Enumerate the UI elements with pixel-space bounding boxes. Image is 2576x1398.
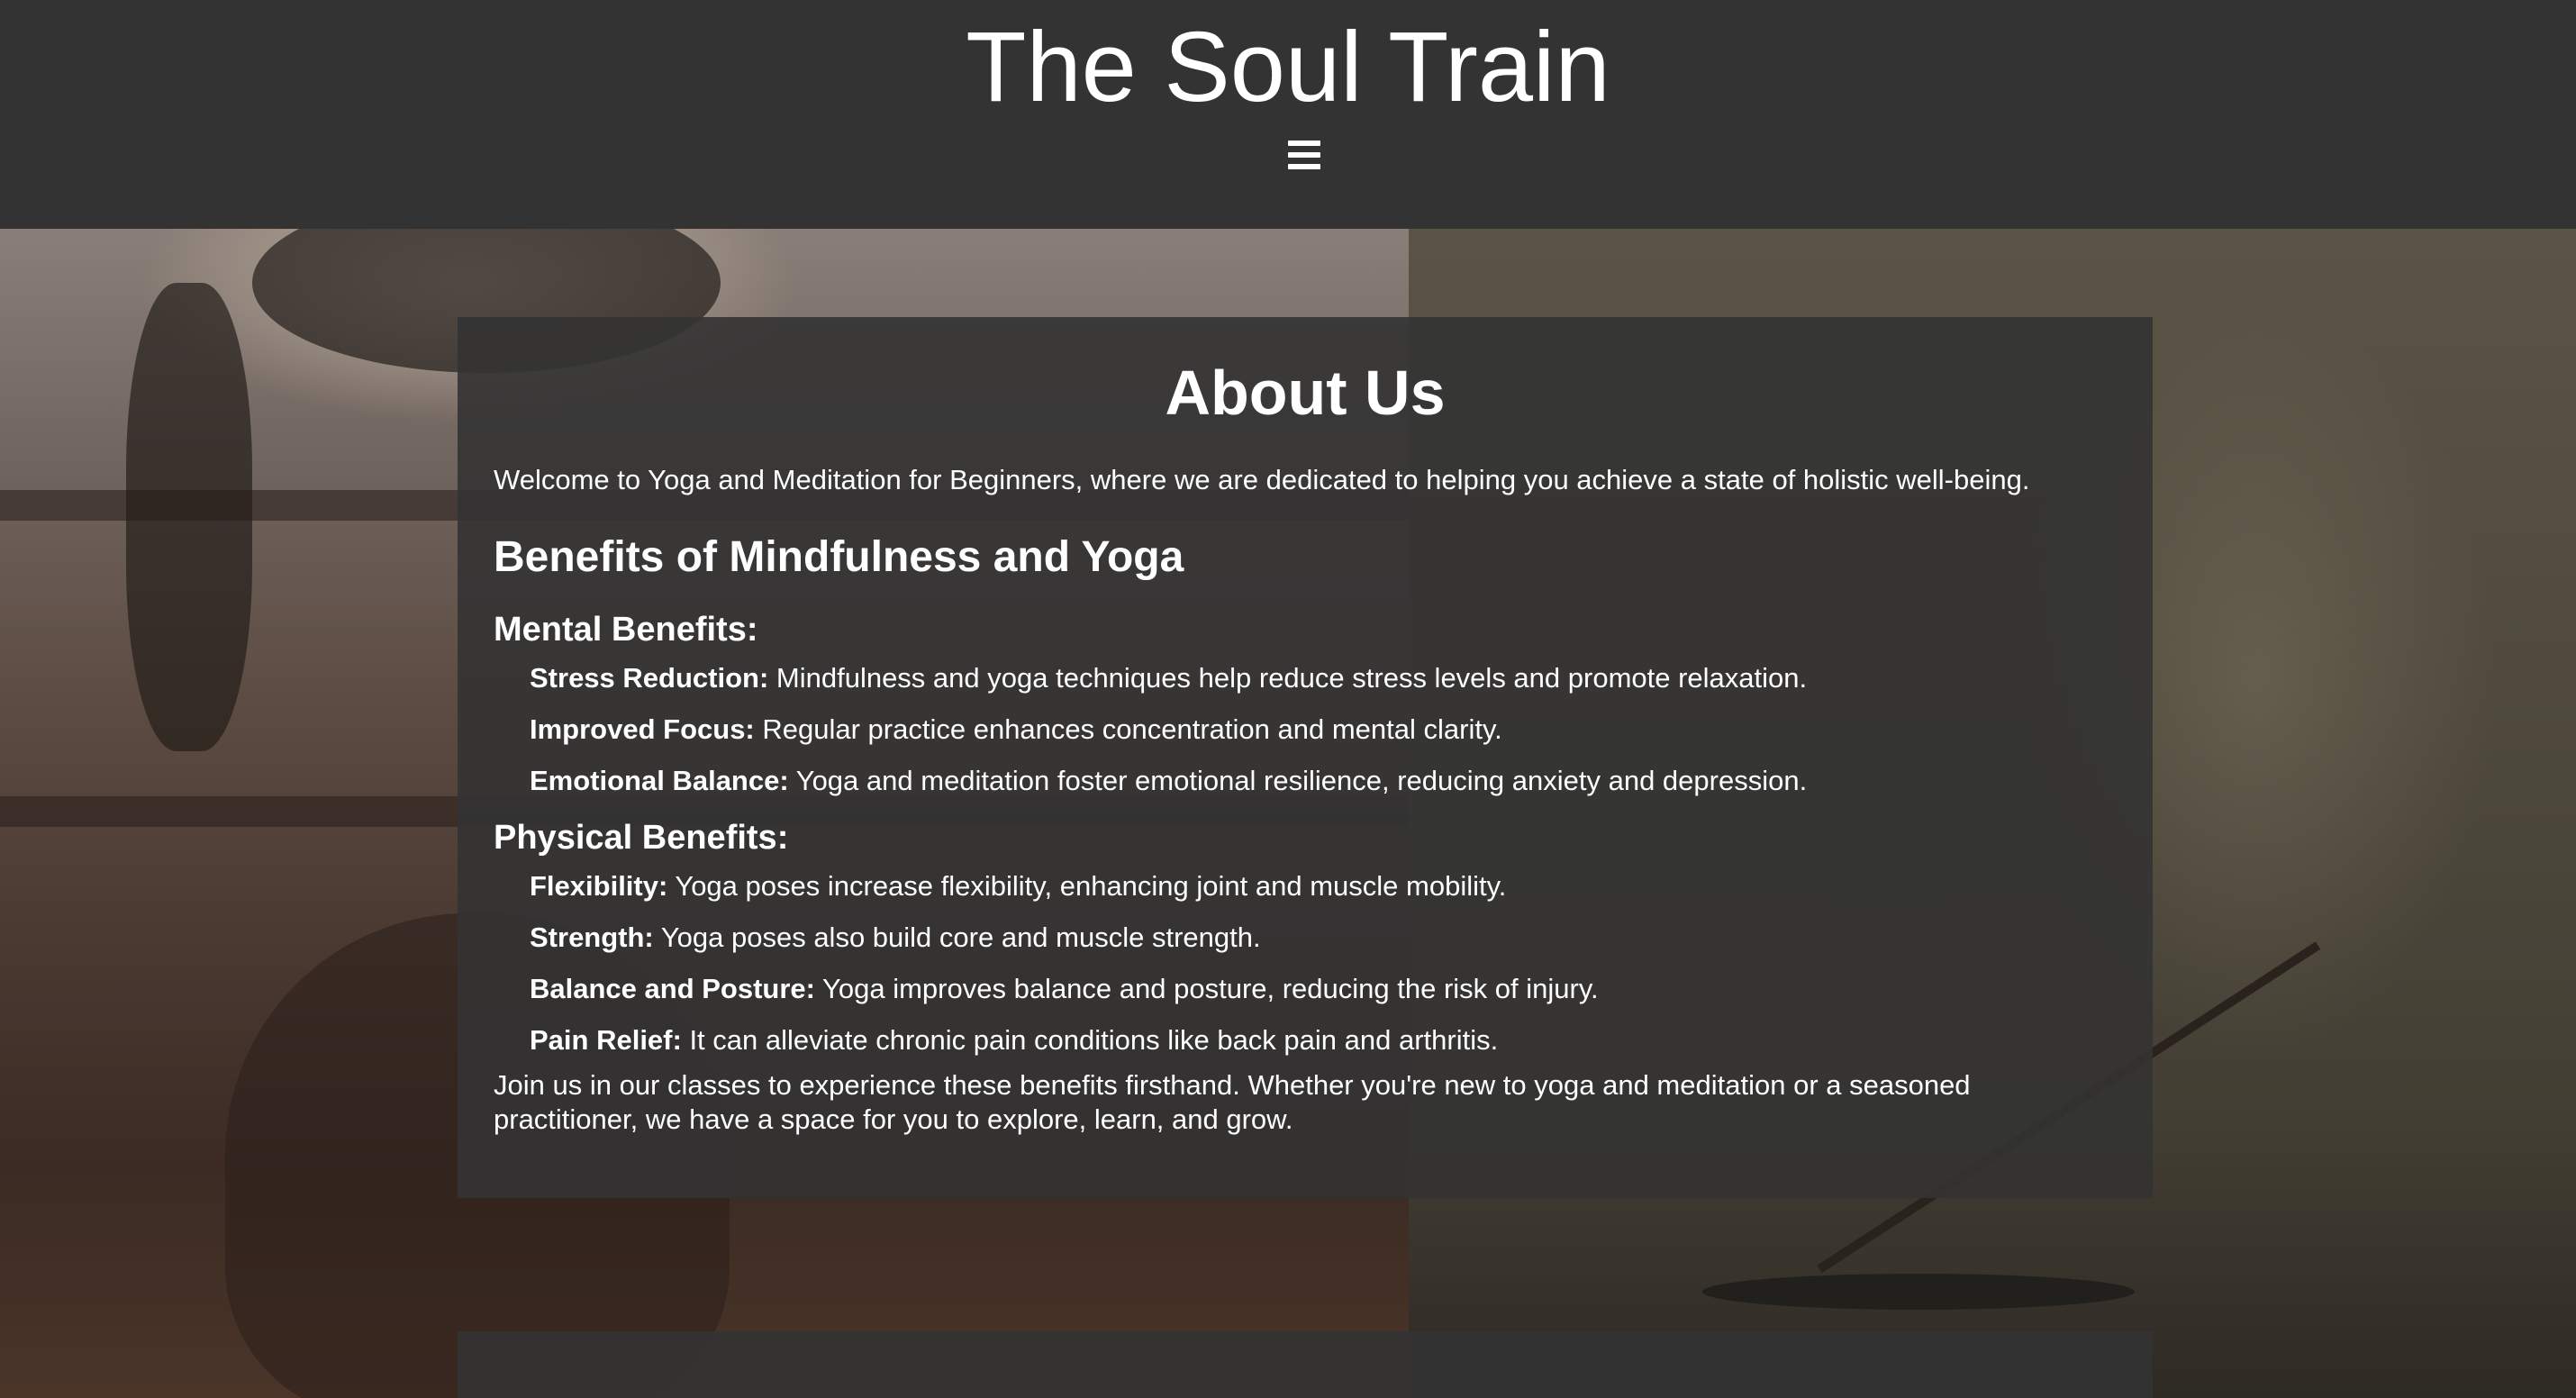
list-item: Pain Relief: It can alleviate chronic pa… xyxy=(530,1023,2117,1058)
hamburger-menu-icon[interactable] xyxy=(1288,141,1320,169)
benefit-text: Yoga improves balance and posture, reduc… xyxy=(814,973,1599,1004)
next-section-card xyxy=(458,1331,2153,1398)
benefit-text: Mindfulness and yoga techniques help red… xyxy=(768,662,1808,694)
menu-bar xyxy=(1288,141,1320,146)
benefit-text: Yoga poses increase flexibility, enhanci… xyxy=(667,870,1507,902)
about-card: About Us Welcome to Yoga and Meditation … xyxy=(458,317,2153,1198)
list-item: Flexibility: Yoga poses increase flexibi… xyxy=(530,869,2117,903)
benefit-text: Regular practice enhances concentration … xyxy=(754,713,1502,745)
menu-bar xyxy=(1288,164,1320,169)
mental-benefits-list: Stress Reduction: Mindfulness and yoga t… xyxy=(494,661,2117,798)
benefit-label: Emotional Balance: xyxy=(530,765,789,796)
site-header: The Soul Train xyxy=(0,0,2576,229)
physical-benefits-list: Flexibility: Yoga poses increase flexibi… xyxy=(494,869,2117,1058)
mental-benefits-section: Mental Benefits: Stress Reduction: Mindf… xyxy=(494,607,2117,798)
benefits-title: Benefits of Mindfulness and Yoga xyxy=(494,533,1184,581)
menu-bar xyxy=(1288,152,1320,158)
mental-benefits-title: Mental Benefits: xyxy=(494,611,758,649)
incense-holder xyxy=(1702,1274,2135,1310)
list-item: Balance and Posture: Yoga improves balan… xyxy=(530,972,2117,1006)
about-intro: Welcome to Yoga and Meditation for Begin… xyxy=(494,464,2030,495)
benefit-label: Flexibility: xyxy=(530,870,668,902)
benefit-label: Strength: xyxy=(530,921,654,953)
benefit-label: Balance and Posture: xyxy=(530,973,815,1004)
benefit-text: It can alleviate chronic pain conditions… xyxy=(681,1024,1499,1056)
physical-benefits-section: Physical Benefits: Flexibility: Yoga pos… xyxy=(494,815,2117,1058)
benefit-label: Stress Reduction: xyxy=(530,662,769,694)
about-title: About Us xyxy=(1165,358,1446,428)
about-closing: Join us in our classes to experience the… xyxy=(494,1069,1971,1135)
physical-benefits-title: Physical Benefits: xyxy=(494,819,789,857)
list-item: Stress Reduction: Mindfulness and yoga t… xyxy=(530,661,2117,695)
benefit-label: Improved Focus: xyxy=(530,713,755,745)
benefit-text: Yoga and meditation foster emotional res… xyxy=(788,765,1808,796)
benefit-text: Yoga poses also build core and muscle st… xyxy=(653,921,1261,953)
benefit-label: Pain Relief: xyxy=(530,1024,682,1056)
list-item: Improved Focus: Regular practice enhance… xyxy=(530,713,2117,747)
list-item: Emotional Balance: Yoga and meditation f… xyxy=(530,764,2117,798)
list-item: Strength: Yoga poses also build core and… xyxy=(530,921,2117,955)
site-title: The Soul Train xyxy=(966,12,1610,123)
